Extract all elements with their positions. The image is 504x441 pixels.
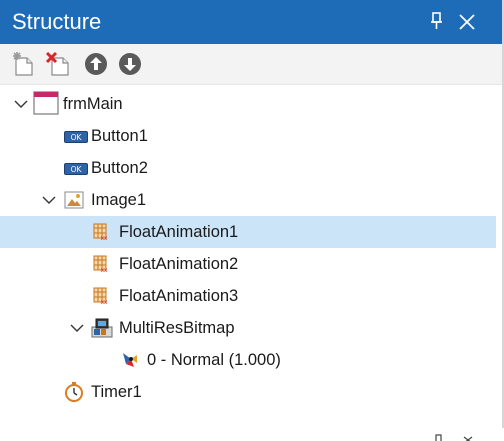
tree-item-label: frmMain xyxy=(63,95,123,113)
tree-item-label: FloatAnimation1 xyxy=(119,223,239,241)
structure-tree: frmMain OK Button1 OK Button2 Image1 xx … xyxy=(0,88,502,418)
move-up-icon[interactable] xyxy=(82,50,110,78)
add-component-icon[interactable] xyxy=(10,50,38,78)
chevron-down-icon[interactable] xyxy=(42,193,56,207)
next-panel-peek xyxy=(0,428,504,441)
multires-bitmap-icon xyxy=(90,317,114,339)
panel-titlebar: Structure xyxy=(0,0,502,44)
tree-item-floatanimation1[interactable]: xx FloatAnimation1 xyxy=(0,216,496,248)
tree-item-bitmap-normal[interactable]: 0 - Normal (1.000) xyxy=(0,344,496,376)
tree-item-label: Timer1 xyxy=(91,383,142,401)
svg-text:OK: OK xyxy=(71,133,83,142)
button-icon: OK xyxy=(64,162,88,175)
form-icon xyxy=(33,91,59,115)
chevron-down-icon[interactable] xyxy=(14,97,28,111)
pin-icon[interactable] xyxy=(426,430,486,441)
tree-item-floatanimation3[interactable]: xx FloatAnimation3 xyxy=(0,280,496,312)
tree-item-label: MultiResBitmap xyxy=(119,319,235,337)
tree-item-label: Button2 xyxy=(91,159,148,177)
tree-item-label: FloatAnimation3 xyxy=(119,287,239,305)
panel-title: Structure xyxy=(12,9,102,34)
float-animation-icon: xx xyxy=(92,287,110,306)
tree-item-button2[interactable]: OK Button2 xyxy=(0,152,496,184)
float-animation-icon: xx xyxy=(92,255,110,274)
tree-item-label: Image1 xyxy=(91,191,147,209)
button-icon: OK xyxy=(64,130,88,143)
structure-toolbar xyxy=(0,44,502,85)
tree-item-floatanimation2[interactable]: xx FloatAnimation2 xyxy=(0,248,496,280)
svg-text:xx: xx xyxy=(100,299,108,305)
tree-item-timer1[interactable]: Timer1 xyxy=(0,376,496,408)
svg-text:OK: OK xyxy=(71,165,83,174)
tree-item-label: 0 - Normal (1.000) xyxy=(147,351,281,369)
image-icon xyxy=(64,191,84,209)
svg-text:xx: xx xyxy=(100,267,108,273)
structure-panel: Structure frmMain OK Button1 OK Button2 … xyxy=(0,0,504,428)
tree-item-label: Button1 xyxy=(91,127,148,145)
tree-item-button1[interactable]: OK Button1 xyxy=(0,120,496,152)
tree-item-image1[interactable]: Image1 xyxy=(0,184,496,216)
tree-item-multiresbitmap[interactable]: MultiResBitmap xyxy=(0,312,496,344)
float-animation-icon: xx xyxy=(92,223,110,242)
tree-item-frmmain[interactable]: frmMain xyxy=(0,88,496,120)
pin-icon[interactable] xyxy=(426,10,448,34)
timer-icon xyxy=(64,381,84,403)
svg-text:xx: xx xyxy=(100,235,108,241)
close-icon[interactable] xyxy=(456,11,478,33)
delete-component-icon[interactable] xyxy=(44,50,72,78)
bitmap-item-icon xyxy=(120,350,140,370)
chevron-down-icon[interactable] xyxy=(70,321,84,335)
tree-item-label: FloatAnimation2 xyxy=(119,255,239,273)
move-down-icon[interactable] xyxy=(116,50,144,78)
